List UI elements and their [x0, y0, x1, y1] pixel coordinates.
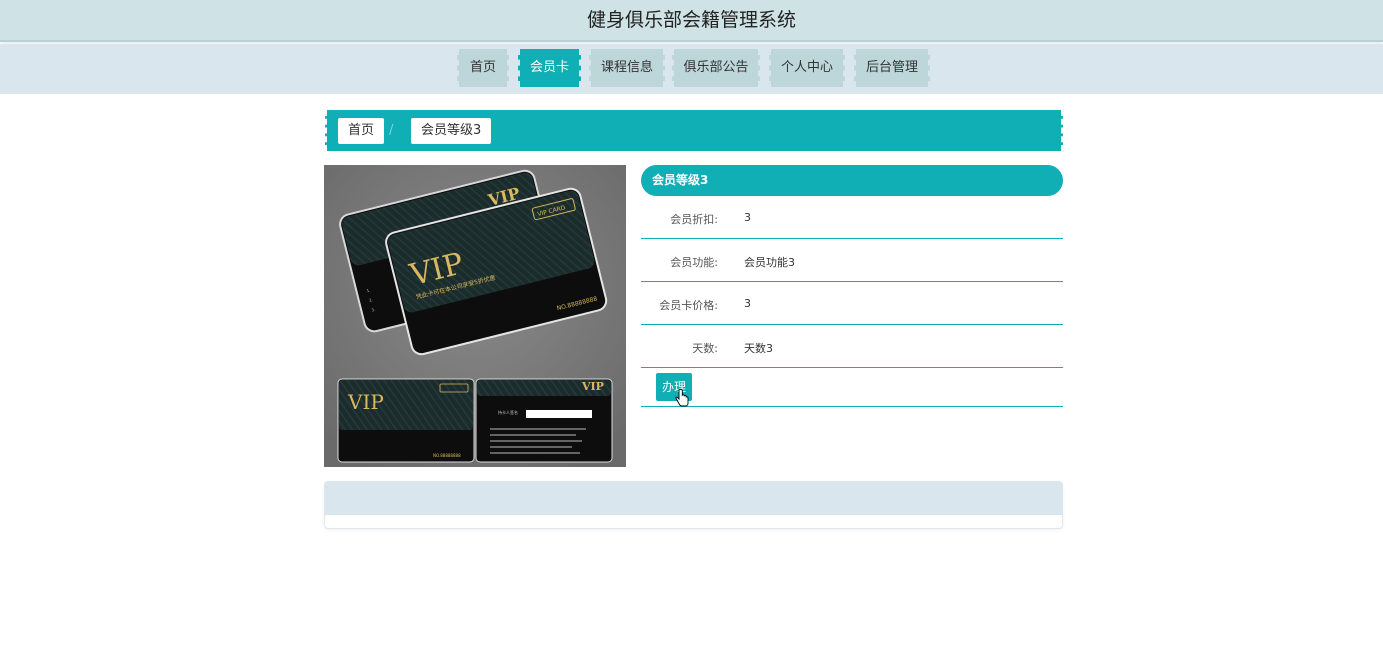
price-label: 会员卡价格: — [659, 299, 718, 312]
discount-label: 会员折扣: — [670, 213, 718, 226]
top-header: 健身俱乐部会籍管理系统 — [0, 0, 1383, 42]
main-nav: 首页 会员卡 课程信息 俱乐部公告 个人中心 后台管理 — [0, 44, 1383, 94]
small-front-card-number: NO.88888888 — [433, 453, 461, 458]
hand-cursor-icon — [675, 389, 689, 407]
small-front-card: VIP NO.88888888 — [337, 378, 475, 463]
nav-item-courses[interactable]: 课程信息 — [589, 49, 665, 87]
breadcrumb: 首页 / 会员等级3 — [325, 110, 1063, 151]
small-back-card-brand: VIP — [581, 380, 604, 393]
membership-level-title: 会员等级3 — [641, 165, 1063, 196]
small-front-card-brand: VIP — [347, 390, 384, 414]
vip-card-illustration: VIP 1. 2. 3. VIP CARD VIP 凭此卡可在本公司享受5折优惠… — [324, 165, 626, 467]
membership-card-image: VIP 1. 2. 3. VIP CARD VIP 凭此卡可在本公司享受5折优惠… — [324, 165, 626, 467]
nav-item-announcements[interactable]: 俱乐部公告 — [672, 49, 760, 87]
small-back-card-signature-label: 持卡人签名 — [498, 409, 518, 415]
nav-item-admin[interactable]: 后台管理 — [854, 49, 930, 87]
detail-action-row: 办理 — [641, 368, 1063, 407]
days-value: 天数3 — [744, 342, 773, 355]
features-label: 会员功能: — [670, 256, 718, 269]
days-label: 天数: — [692, 342, 718, 355]
detail-row-discount: 会员折扣: 3 — [641, 196, 1063, 239]
breadcrumb-current: 会员等级3 — [411, 118, 492, 144]
breadcrumb-separator: / — [389, 123, 394, 138]
discount-value: 3 — [744, 211, 751, 224]
comments-panel — [324, 481, 1063, 529]
detail-row-price: 会员卡价格: 3 — [641, 282, 1063, 325]
detail-row-features: 会员功能: 会员功能3 — [641, 239, 1063, 282]
price-value: 3 — [744, 297, 751, 310]
breadcrumb-home-link[interactable]: 首页 — [338, 118, 385, 144]
small-back-card: VIP 持卡人签名 — [475, 378, 613, 463]
detail-row-days: 天数: 天数3 — [641, 325, 1063, 368]
nav-item-membership-card[interactable]: 会员卡 — [518, 49, 581, 87]
nav-item-home[interactable]: 首页 — [457, 49, 509, 87]
features-value: 会员功能3 — [744, 256, 795, 269]
comments-panel-header — [325, 482, 1062, 515]
site-title: 健身俱乐部会籍管理系统 — [586, 9, 796, 31]
nav-item-profile[interactable]: 个人中心 — [769, 49, 845, 87]
membership-detail-panel: 会员等级3 会员折扣: 3 会员功能: 会员功能3 会员卡价格: 3 天数: 天… — [641, 165, 1063, 407]
